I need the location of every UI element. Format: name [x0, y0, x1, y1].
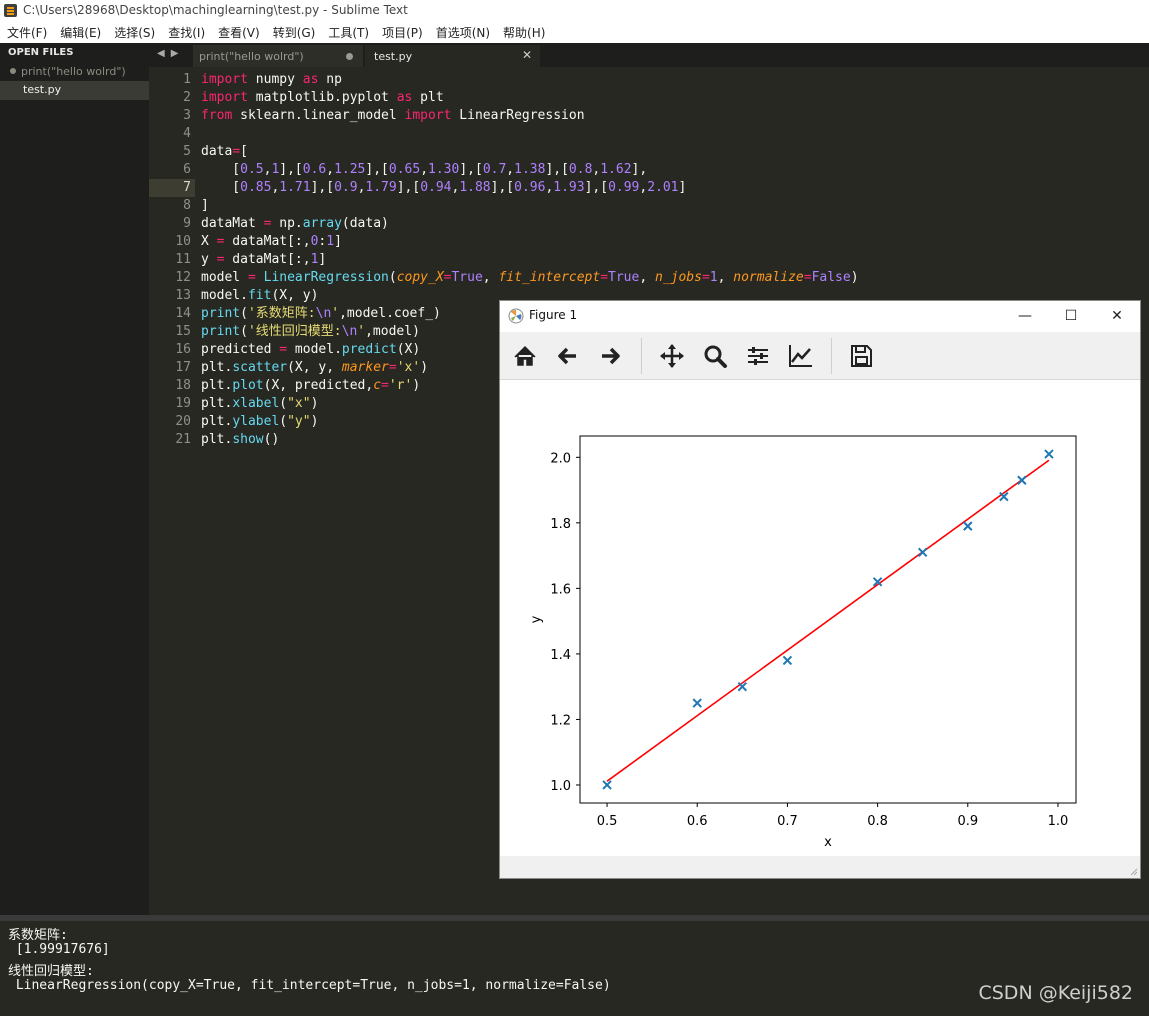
line-number: 19	[175, 396, 191, 411]
close-tab-icon[interactable]: ✕	[522, 48, 532, 62]
sidebar: OPEN FILES print("hello wolrd") test.py	[0, 43, 149, 915]
toolbar-separator	[641, 338, 642, 374]
tab-label: test.py	[374, 50, 413, 63]
modified-dot-icon	[10, 68, 16, 74]
resize-grip-icon[interactable]	[1128, 866, 1138, 876]
line-number: 8	[183, 198, 191, 213]
plot-canvas[interactable]: 0.5 0.6 0.7 0.8 0.9 1.0 1.0 1.2 1.4 1.6 1.8 2.0 x y	[500, 380, 1140, 856]
figure-titlebar[interactable]: Figure 1 — ☐ ✕	[500, 301, 1140, 331]
x-tick-label: 0.5	[597, 814, 618, 829]
window-titlebar: C:\Users\28968\Desktop\machinglearning\t…	[0, 0, 1149, 22]
output-console[interactable]: 系数矩阵: [1.99917676] 线性回归模型: LinearRegress…	[0, 915, 1149, 1016]
figure-statusbar	[500, 856, 1140, 878]
edit-axis-icon[interactable]	[787, 342, 815, 370]
line-number-gutter: 1 2 3 4 5 6 7 8 9 10 11 12 13 14 15 16 1…	[149, 67, 191, 915]
menu-find[interactable]: 查找(I)	[161, 23, 211, 42]
x-tick-label: 1.0	[1048, 814, 1069, 829]
y-tick-label: 2.0	[550, 451, 571, 466]
minimize-icon[interactable]: —	[1013, 305, 1037, 327]
x-tick-label: 0.6	[687, 814, 708, 829]
sidebar-file-label: print("hello wolrd")	[21, 65, 126, 78]
x-tick-label: 0.7	[777, 814, 798, 829]
menu-bar: 文件(F) 编辑(E) 选择(S) 查找(I) 查看(V) 转到(G) 工具(T) 项目(P)…	[0, 22, 1149, 44]
sidebar-file-label: test.py	[23, 83, 62, 96]
menu-project[interactable]: 项目(P)	[375, 23, 429, 42]
figure-toolbar	[500, 332, 1140, 380]
console-line: 线性回归模型:	[8, 964, 94, 979]
forward-icon[interactable]	[596, 342, 624, 370]
y-tick-label: 1.8	[550, 517, 571, 532]
toolbar-separator	[831, 338, 832, 374]
y-tick-label: 1.6	[550, 582, 571, 597]
tab-test-py[interactable]: test.py ✕	[365, 45, 540, 67]
line-number: 6	[183, 162, 191, 177]
sublime-app-icon	[4, 4, 17, 17]
line-number: 1	[183, 72, 191, 87]
menu-help[interactable]: 帮助(H)	[496, 23, 551, 42]
watermark: CSDN @Keiji582	[978, 982, 1133, 1004]
zoom-icon[interactable]	[701, 342, 729, 370]
sidebar-file-unsaved[interactable]: print("hello wolrd")	[10, 65, 126, 78]
line-number: 2	[183, 90, 191, 105]
line-number: 13	[175, 288, 191, 303]
axes-frame	[579, 435, 1077, 804]
menu-preferences[interactable]: 首选项(N)	[429, 23, 496, 42]
x-tick-label: 0.9	[957, 814, 978, 829]
line-number: 7	[183, 180, 191, 195]
sidebar-file-test-py[interactable]: test.py	[0, 81, 149, 100]
menu-view[interactable]: 查看(V)	[211, 23, 266, 42]
home-icon[interactable]	[511, 342, 539, 370]
open-files-header: OPEN FILES	[8, 47, 74, 58]
line-number: 20	[175, 414, 191, 429]
console-line: 系数矩阵:	[8, 928, 68, 943]
menu-selection[interactable]: 选择(S)	[107, 23, 161, 42]
pan-icon[interactable]	[658, 342, 686, 370]
tab-hello-wolrd[interactable]: print("hello wolrd")	[193, 45, 363, 67]
y-tick-label: 1.2	[550, 713, 571, 728]
console-line: LinearRegression(copy_X=True, fit_interc…	[8, 978, 611, 993]
tab-bar: ◀▶ print("hello wolrd") test.py ✕	[149, 43, 1149, 67]
modified-dot-icon[interactable]	[346, 53, 353, 60]
line-number: 5	[183, 144, 191, 159]
line-number: 12	[175, 270, 191, 285]
save-icon[interactable]	[847, 342, 875, 370]
figure-window: Figure 1 — ☐ ✕ 0.5 0.6 0.7 0.8 0.9 1.0 1.0 1.2 1…	[500, 301, 1140, 878]
line-number: 21	[175, 432, 191, 447]
menu-edit[interactable]: 编辑(E)	[53, 23, 107, 42]
console-line: [1.99917676]	[8, 942, 110, 957]
line-number: 14	[175, 306, 191, 321]
maximize-icon[interactable]: ☐	[1059, 305, 1083, 327]
line-number: 3	[183, 108, 191, 123]
configure-subplots-icon[interactable]	[744, 342, 772, 370]
close-window-icon[interactable]: ✕	[1105, 305, 1129, 327]
line-number: 16	[175, 342, 191, 357]
x-axis-label: x	[824, 835, 832, 850]
tab-scroll-arrows-icon[interactable]: ◀▶	[157, 48, 184, 59]
scatter-chart: 0.5 0.6 0.7 0.8 0.9 1.0 1.0 1.2 1.4 1.6 1.8 2.0 x y	[529, 435, 1077, 850]
menu-file[interactable]: 文件(F)	[0, 23, 53, 42]
line-number: 4	[183, 126, 191, 141]
tab-label: print("hello wolrd")	[199, 50, 304, 63]
window-title: C:\Users\28968\Desktop\machinglearning\t…	[23, 3, 408, 17]
menu-goto[interactable]: 转到(G)	[266, 23, 322, 42]
matplotlib-icon	[508, 308, 524, 324]
line-number: 11	[175, 252, 191, 267]
back-icon[interactable]	[554, 342, 582, 370]
line-number: 17	[175, 360, 191, 375]
y-tick-label: 1.0	[550, 779, 571, 794]
line-number: 18	[175, 378, 191, 393]
figure-title: Figure 1	[529, 308, 578, 322]
x-tick-label: 0.8	[867, 814, 888, 829]
y-tick-label: 1.4	[550, 648, 571, 663]
menu-tools[interactable]: 工具(T)	[321, 23, 375, 42]
line-number: 9	[183, 216, 191, 231]
y-axis-label: y	[529, 615, 544, 623]
line-number: 15	[175, 324, 191, 339]
line-number: 10	[175, 234, 191, 249]
